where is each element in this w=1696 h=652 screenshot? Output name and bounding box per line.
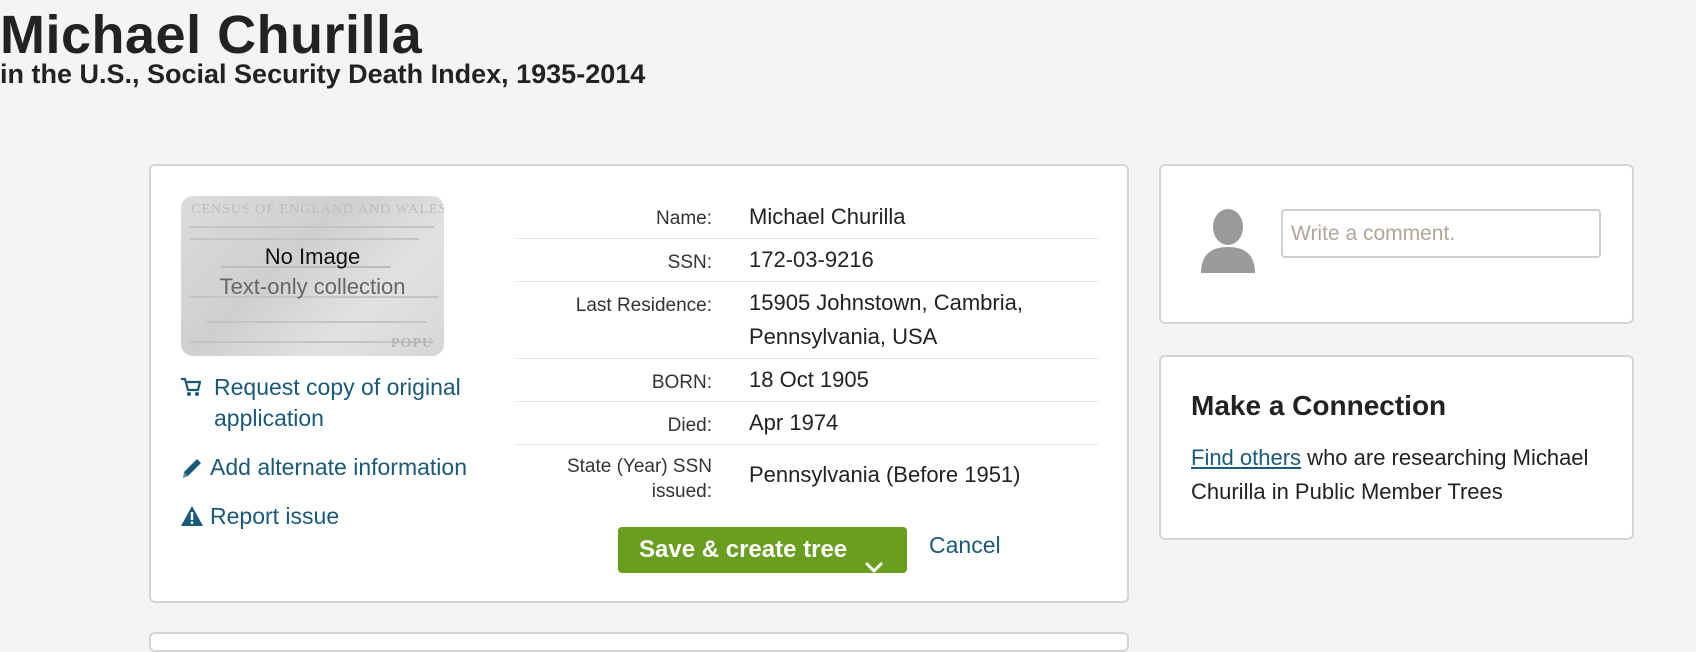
fact-label: Died: xyxy=(667,415,712,436)
text-only-label: Text-only collection xyxy=(219,274,406,299)
fact-label: BORN: xyxy=(651,372,712,393)
fact-row-died: Died: Apr 1974 xyxy=(516,402,1098,445)
fact-label: State (Year) SSN xyxy=(566,456,712,477)
save-button-label: Save & create tree xyxy=(639,536,848,563)
thumbnail-doc-footer: POPU xyxy=(391,336,434,351)
fact-row-born: BORN: 18 Oct 1905 xyxy=(516,359,1098,402)
add-alternate-info-link[interactable]: Add alternate information xyxy=(210,452,490,483)
fact-value: Michael Churilla xyxy=(749,204,906,229)
fact-row-last-residence: Last Residence: 15905 Johnstown, Cambria… xyxy=(516,282,1098,359)
fact-value: Pennsylvania (Before 1951) xyxy=(749,462,1021,487)
page-title: Michael Churilla xyxy=(0,5,423,65)
cart-icon[interactable] xyxy=(180,376,202,403)
fact-row-name: Name: Michael Churilla xyxy=(516,200,1098,239)
collection-subtitle: in the U.S., Social Security Death Index… xyxy=(0,59,646,89)
connection-text: Find others who are researching Michael … xyxy=(1191,441,1611,509)
thumbnail-doc-line xyxy=(189,238,419,240)
fact-label: Name: xyxy=(656,208,712,229)
no-image-label: No Image xyxy=(264,244,361,269)
warning-icon[interactable] xyxy=(180,504,204,533)
fact-value: Apr 1974 xyxy=(749,410,839,435)
fact-row-ssn: SSN: 172-03-9216 xyxy=(516,239,1098,282)
save-create-tree-button[interactable]: Save & create tree xyxy=(618,527,907,573)
thumbnail-doc-line xyxy=(189,226,434,228)
fact-row-ssn-issued: State (Year) SSN issued: Pennsylvania (B… xyxy=(516,445,1098,505)
pencil-icon[interactable] xyxy=(180,455,204,486)
fact-value: 18 Oct 1905 xyxy=(749,367,869,392)
thumbnail-doc-line xyxy=(206,321,426,323)
fact-label: issued: xyxy=(651,481,712,502)
find-others-link[interactable]: Find others xyxy=(1191,445,1301,470)
connection-title: Make a Connection xyxy=(1191,390,1447,421)
cancel-button[interactable]: Cancel xyxy=(929,532,1001,559)
thumbnail-doc-heading: CENSUS OF ENGLAND AND WALES xyxy=(191,202,444,217)
comment-input[interactable] xyxy=(1281,209,1601,258)
report-issue-link[interactable]: Report issue xyxy=(210,501,410,532)
fact-value: 172-03-9216 xyxy=(749,247,874,272)
request-copy-link[interactable]: Request copy of original application xyxy=(214,372,474,434)
lower-card xyxy=(149,632,1129,652)
fact-label: SSN: xyxy=(667,252,712,273)
chevron-down-icon xyxy=(865,544,883,590)
fact-label: Last Residence: xyxy=(575,295,712,316)
fact-value: 15905 Johnstown, Cambria, xyxy=(749,290,1023,315)
person-silhouette-icon xyxy=(1199,205,1257,278)
fact-value: Pennsylvania, USA xyxy=(749,324,938,349)
